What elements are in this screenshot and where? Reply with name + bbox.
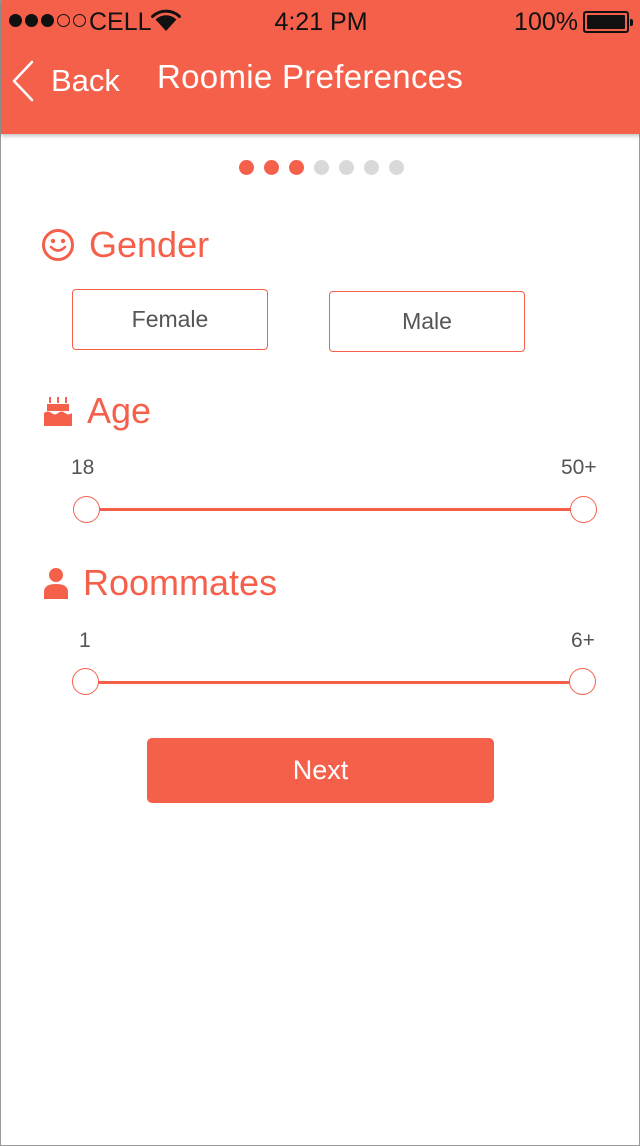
navigation-bar: CELL 4:21 PM 100% Back Roomie Preference… bbox=[1, 0, 640, 134]
back-button[interactable]: Back bbox=[11, 56, 120, 106]
progress-dot bbox=[288, 160, 304, 175]
roommates-max-value: 6+ bbox=[571, 629, 595, 652]
progress-dot bbox=[388, 160, 404, 175]
male-option[interactable]: Male bbox=[329, 291, 525, 352]
battery-percent: 100% bbox=[514, 8, 578, 36]
female-option[interactable]: Female bbox=[72, 289, 268, 350]
person-icon bbox=[44, 568, 68, 599]
progress-dot bbox=[363, 160, 379, 175]
gender-heading: Gender bbox=[41, 224, 209, 266]
age-max-value: 50+ bbox=[561, 456, 597, 479]
gender-title: Gender bbox=[89, 224, 210, 265]
progress-dot bbox=[238, 160, 254, 175]
roommates-heading: Roommates bbox=[43, 562, 277, 604]
male-label: Male bbox=[402, 308, 452, 334]
screen: CELL 4:21 PM 100% Back Roomie Preference… bbox=[0, 0, 640, 1146]
cake-icon bbox=[44, 397, 72, 426]
status-bar: CELL 4:21 PM 100% bbox=[1, 0, 640, 42]
age-max-handle[interactable] bbox=[569, 496, 597, 523]
age-slider-track[interactable] bbox=[86, 508, 583, 511]
page-title: Roomie Preferences bbox=[157, 58, 464, 95]
age-min-value: 18 bbox=[71, 456, 95, 479]
roommates-min-handle[interactable] bbox=[71, 668, 99, 695]
female-label: Female bbox=[131, 306, 209, 332]
roommates-slider-track[interactable] bbox=[85, 681, 582, 684]
smiley-icon bbox=[42, 229, 74, 261]
chevron-left-icon bbox=[12, 60, 34, 102]
roommates-max-handle[interactable] bbox=[568, 668, 596, 695]
roommates-title: Roommates bbox=[83, 562, 278, 603]
battery-icon bbox=[583, 11, 633, 33]
age-heading: Age bbox=[43, 390, 151, 432]
progress-dot bbox=[313, 160, 329, 175]
back-label: Back bbox=[51, 63, 120, 98]
progress-dot bbox=[263, 160, 279, 175]
progress-dots bbox=[1, 160, 640, 175]
progress-dot bbox=[338, 160, 354, 175]
age-min-handle[interactable] bbox=[72, 496, 100, 523]
next-button[interactable]: Next bbox=[147, 738, 494, 803]
roommates-min-value: 1 bbox=[79, 629, 91, 652]
age-title: Age bbox=[87, 390, 152, 431]
